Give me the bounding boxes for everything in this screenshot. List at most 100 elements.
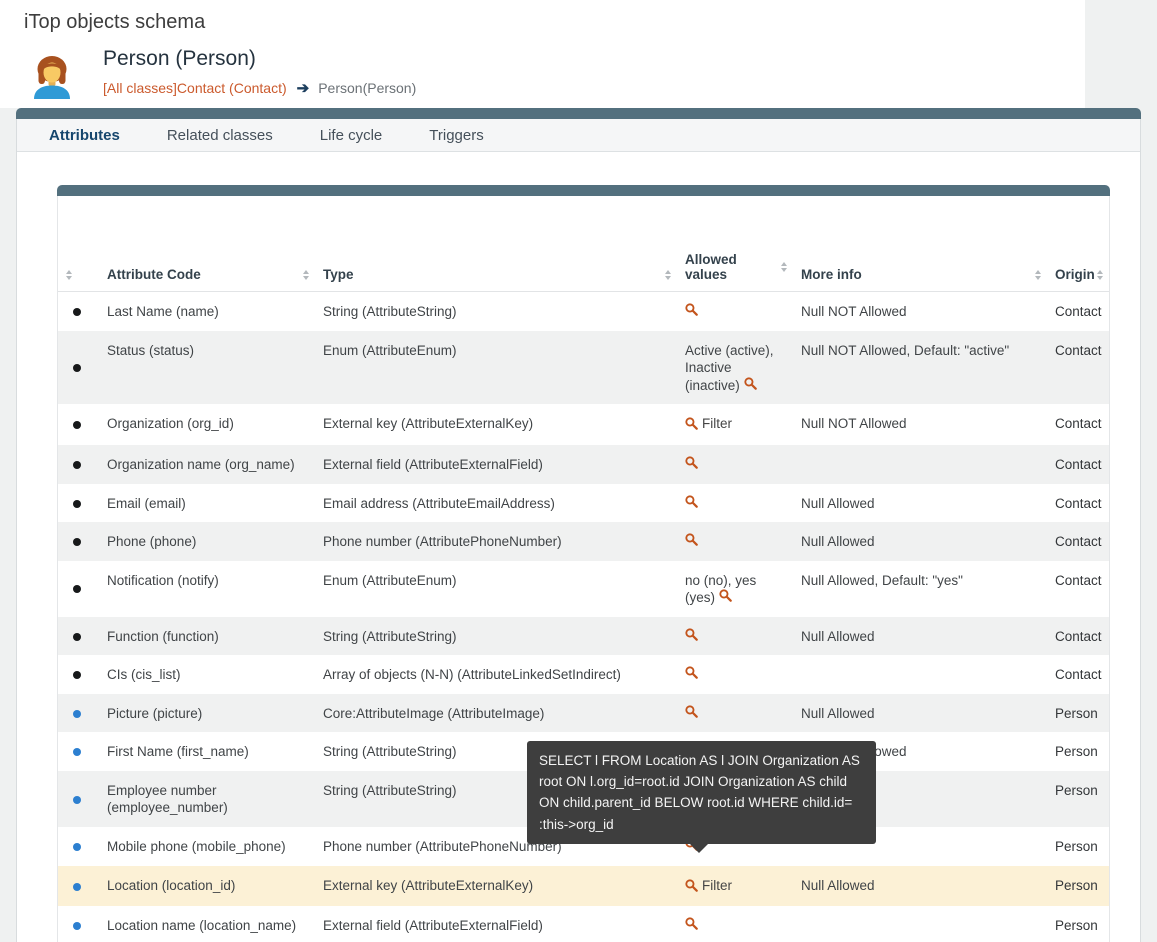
search-icon	[719, 589, 732, 602]
more-info-cell: Null Allowed	[795, 866, 1049, 907]
origin-bullet-dot	[73, 585, 81, 593]
origin-cell: Contact	[1049, 331, 1110, 405]
origin-cell: Contact	[1049, 445, 1110, 484]
breadcrumb-current-class: Person(Person)	[318, 80, 416, 96]
card-top-accent-bar	[16, 108, 1141, 119]
column-header-origin[interactable]: Origin	[1049, 196, 1110, 292]
table-header-row: Attribute Code Type Allowed values More …	[58, 196, 1110, 292]
search-icon	[685, 628, 698, 641]
allowed-values-cell	[679, 292, 795, 331]
attribute-type-cell: External field (AttributeExternalField)	[317, 906, 679, 942]
origin-bullet-dot	[73, 633, 81, 641]
class-title: Person (Person)	[103, 47, 256, 71]
column-header-attribute-code[interactable]: Attribute Code	[101, 196, 317, 292]
tab-related-classes[interactable]: Related classes	[167, 127, 273, 144]
more-info-cell: Null Allowed, Default: "yes"	[795, 561, 1049, 617]
origin-cell: Contact	[1049, 655, 1110, 694]
table-row: Last Name (name) String (AttributeString…	[58, 292, 1110, 331]
origin-bullet-dot	[73, 461, 81, 469]
more-info-cell	[795, 655, 1049, 694]
allowed-values-cell	[679, 906, 795, 942]
table-row: CIs (cis_list) Array of objects (N-N) (A…	[58, 655, 1110, 694]
attribute-code-cell: Employee number (employee_number)	[101, 771, 317, 827]
breadcrumb-parent-class-link[interactable]: Contact (Contact)	[177, 80, 287, 96]
allowed-values-cell	[679, 655, 795, 694]
filter-link[interactable]: Filter	[685, 877, 732, 895]
origin-cell: Person	[1049, 771, 1110, 827]
table-row: Organization name (org_name) External fi…	[58, 445, 1110, 484]
column-header-dot[interactable]	[58, 196, 101, 292]
table-row: Function (function) String (AttributeStr…	[58, 617, 1110, 656]
attribute-code-cell: Organization name (org_name)	[101, 445, 317, 484]
allowed-values-cell	[679, 617, 795, 656]
sort-icon[interactable]	[301, 268, 311, 282]
allowed-values-cell: Active (active), Inactive (inactive)	[679, 331, 795, 405]
more-info-cell	[795, 445, 1049, 484]
origin-bullet-dot	[73, 364, 81, 372]
attribute-code-cell: Notification (notify)	[101, 561, 317, 617]
sort-icon[interactable]	[663, 268, 673, 282]
column-header-more-info[interactable]: More info	[795, 196, 1049, 292]
origin-cell: Person	[1049, 906, 1110, 942]
more-info-cell: Null NOT Allowed, Default: "active"	[795, 331, 1049, 405]
table-row: Status (status) Enum (AttributeEnum) Act…	[58, 331, 1110, 405]
search-icon	[744, 377, 757, 390]
filter-link[interactable]	[685, 628, 702, 641]
attribute-type-cell: Array of objects (N-N) (AttributeLinkedS…	[317, 655, 679, 694]
filter-link[interactable]	[744, 377, 761, 390]
filter-link[interactable]	[685, 533, 702, 546]
table-row: Phone (phone) Phone number (AttributePho…	[58, 522, 1110, 561]
column-header-type[interactable]: Type	[317, 196, 679, 292]
origin-bullet-dot	[73, 710, 81, 718]
origin-cell: Contact	[1049, 522, 1110, 561]
attribute-type-cell: Core:AttributeImage (AttributeImage)	[317, 694, 679, 733]
origin-cell: Contact	[1049, 561, 1110, 617]
filter-link[interactable]	[685, 917, 702, 930]
attribute-type-cell: Email address (AttributeEmailAddress)	[317, 484, 679, 523]
attribute-type-cell: String (AttributeString)	[317, 617, 679, 656]
tab-attributes[interactable]: Attributes	[49, 127, 120, 144]
filter-link[interactable]	[685, 303, 702, 316]
filter-link[interactable]	[685, 666, 702, 679]
attribute-code-cell: Function (function)	[101, 617, 317, 656]
allowed-values-cell	[679, 484, 795, 523]
allowed-values-cell	[679, 445, 795, 484]
tab-bar: Attributes Related classes Life cycle Trigg…	[17, 119, 1140, 152]
more-info-cell: Null Allowed	[795, 484, 1049, 523]
breadcrumb-all-classes-link[interactable]: [All classes]	[103, 80, 177, 96]
table-row: Email (email) Email address (AttributeEm…	[58, 484, 1110, 523]
origin-bullet-dot	[73, 671, 81, 679]
column-header-allowed-values[interactable]: Allowed values	[679, 196, 795, 292]
sort-icon[interactable]	[64, 268, 74, 282]
filter-link[interactable]: Filter	[685, 415, 732, 433]
more-info-cell: Null Allowed	[795, 522, 1049, 561]
allowed-values-cell: Filter	[679, 404, 795, 445]
table-row: Organization (org_id) External key (Attr…	[58, 404, 1110, 445]
filter-link[interactable]	[719, 589, 736, 602]
tab-life-cycle[interactable]: Life cycle	[320, 127, 383, 144]
search-icon	[685, 303, 698, 316]
tab-triggers[interactable]: Triggers	[429, 127, 483, 144]
attribute-code-cell: First Name (first_name)	[101, 732, 317, 771]
filter-link[interactable]	[685, 495, 702, 508]
attribute-type-cell: External key (AttributeExternalKey)	[317, 404, 679, 445]
origin-cell: Contact	[1049, 404, 1110, 445]
search-icon	[685, 456, 698, 469]
attribute-code-cell: Phone (phone)	[101, 522, 317, 561]
sort-icon[interactable]	[1033, 268, 1043, 282]
search-icon	[685, 495, 698, 508]
search-icon	[685, 533, 698, 546]
origin-bullet-dot	[73, 538, 81, 546]
attribute-code-cell: CIs (cis_list)	[101, 655, 317, 694]
filter-link[interactable]	[685, 456, 702, 469]
table-row: Picture (picture) Core:AttributeImage (A…	[58, 694, 1110, 733]
sort-icon[interactable]	[1095, 268, 1105, 282]
origin-cell: Contact	[1049, 292, 1110, 331]
sort-icon[interactable]	[779, 260, 789, 274]
more-info-cell: Null NOT Allowed	[795, 292, 1049, 331]
attribute-code-cell: Organization (org_id)	[101, 404, 317, 445]
attribute-code-cell: Picture (picture)	[101, 694, 317, 733]
filter-link[interactable]	[685, 705, 702, 718]
more-info-cell: Null Allowed	[795, 694, 1049, 733]
attribute-code-cell: Email (email)	[101, 484, 317, 523]
